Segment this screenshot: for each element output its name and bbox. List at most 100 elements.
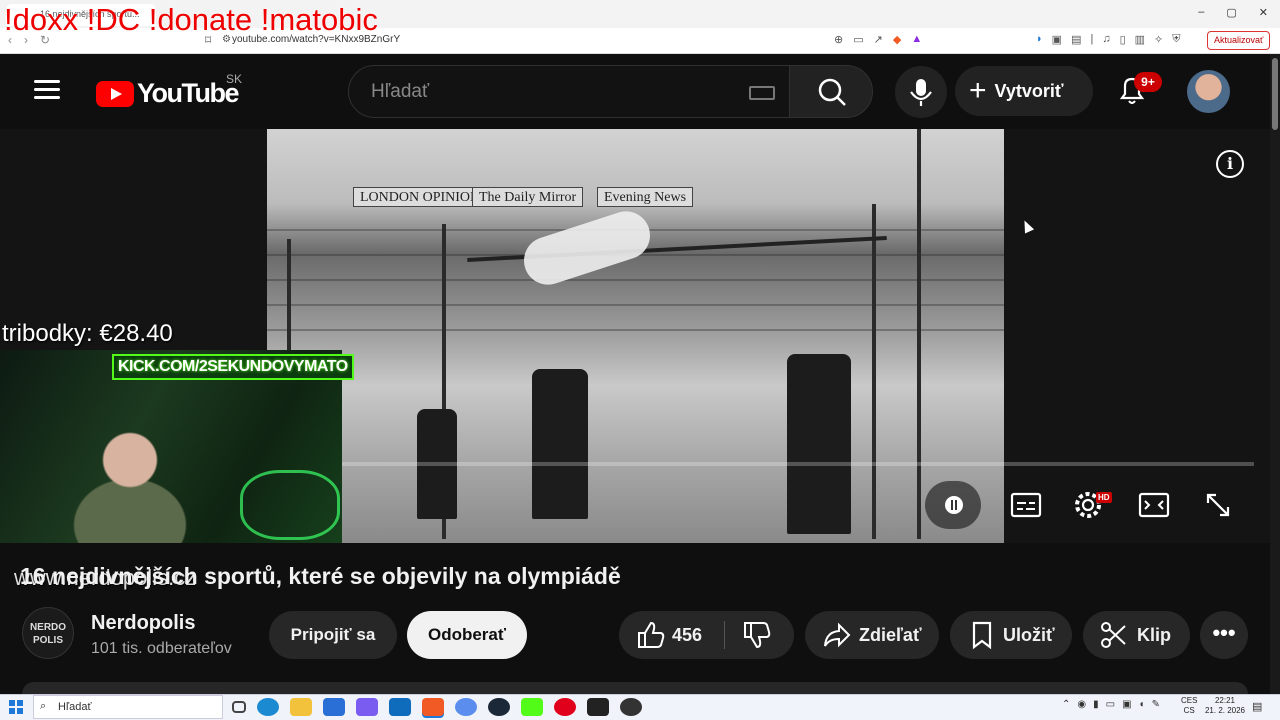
fullscreen-button[interactable] bbox=[1198, 485, 1238, 525]
mail-icon[interactable] bbox=[389, 698, 411, 716]
language-line: CS bbox=[1183, 706, 1195, 715]
stream-command-overlay: !doxx !DC !donate !matobic bbox=[4, 2, 378, 37]
brave-shield-icon[interactable]: ◆ bbox=[893, 33, 901, 46]
create-button[interactable]: + Vytvoriť bbox=[955, 66, 1093, 116]
media-icon[interactable]: ♫ bbox=[1102, 33, 1110, 46]
channel-name[interactable]: Nerdopolis bbox=[91, 612, 195, 635]
network-icon[interactable]: ▣ bbox=[1122, 699, 1131, 710]
minimize-button[interactable]: – bbox=[1198, 6, 1204, 19]
youtube-play-icon bbox=[96, 80, 134, 107]
volume-icon[interactable]: ◖ bbox=[1139, 699, 1145, 710]
opera-icon[interactable] bbox=[554, 698, 576, 716]
like-count[interactable]: 456 bbox=[672, 625, 702, 646]
user-avatar[interactable] bbox=[1187, 70, 1230, 113]
app-icon[interactable] bbox=[455, 698, 477, 716]
extension-icon[interactable]: ▣ bbox=[1052, 33, 1062, 46]
dislike-icon[interactable] bbox=[737, 611, 777, 659]
plus-icon: + bbox=[969, 74, 987, 107]
store-icon[interactable] bbox=[323, 698, 345, 716]
subscribe-button[interactable]: Odoberať bbox=[407, 611, 527, 659]
voice-search-button[interactable] bbox=[895, 66, 947, 118]
search-placeholder: Hľadať bbox=[371, 81, 430, 102]
theater-mode-button[interactable] bbox=[1134, 485, 1174, 525]
hamburger-menu-icon[interactable] bbox=[34, 80, 60, 100]
brave-icon[interactable] bbox=[422, 698, 444, 716]
input-language[interactable]: CES CS bbox=[1181, 696, 1197, 716]
subtitles-icon bbox=[1010, 492, 1042, 518]
chevron-up-icon[interactable]: ⌃ bbox=[1062, 699, 1070, 710]
close-window-button[interactable]: ✕ bbox=[1259, 6, 1268, 19]
obs-icon[interactable] bbox=[620, 698, 642, 716]
video-banner: Evening News bbox=[597, 187, 694, 207]
description-box[interactable] bbox=[22, 682, 1248, 694]
clip-label[interactable]: Klip bbox=[1137, 625, 1171, 646]
join-button[interactable]: Pripojiť sa bbox=[269, 611, 397, 659]
wallet-icon[interactable]: ▥ bbox=[1135, 33, 1145, 46]
info-icon[interactable]: i bbox=[1216, 150, 1244, 178]
create-label: Vytvoriť bbox=[994, 80, 1064, 101]
gear-icon bbox=[1075, 492, 1101, 518]
hd-badge: HD bbox=[1096, 492, 1112, 503]
zoom-icon[interactable]: ⊕ bbox=[834, 33, 843, 46]
share-label[interactable]: Zdieľať bbox=[859, 625, 922, 646]
time: 22:21 bbox=[1214, 696, 1236, 705]
update-button[interactable]: Aktualizovať bbox=[1207, 31, 1271, 50]
sidebar-icon[interactable]: ▯ bbox=[1120, 33, 1126, 46]
subtitles-button[interactable] bbox=[1006, 485, 1046, 525]
divider: | bbox=[1090, 33, 1094, 45]
rewards-icon[interactable]: ▲ bbox=[911, 33, 922, 46]
copilot-icon[interactable] bbox=[356, 698, 378, 716]
cast-icon[interactable]: ▭ bbox=[853, 33, 863, 46]
page-scrollbar[interactable] bbox=[1270, 54, 1280, 694]
extension-icons: ◗ ▣ ▤ | ♫ ▯ ▥ ✧ ⛨ bbox=[1036, 33, 1181, 46]
like-icon[interactable] bbox=[631, 611, 671, 659]
settings-button[interactable] bbox=[1068, 485, 1108, 525]
steam-icon[interactable] bbox=[488, 698, 510, 716]
scissors-icon bbox=[1101, 622, 1126, 648]
youtube-logo[interactable]: YouTube bbox=[96, 78, 239, 109]
save-label[interactable]: Uložiť bbox=[1003, 625, 1055, 646]
channel-avatar[interactable]: NERDO POLIS bbox=[22, 607, 74, 659]
search-button[interactable] bbox=[789, 65, 873, 118]
logo-text: YouTube bbox=[137, 78, 239, 108]
tray-app-icon[interactable]: ◉ bbox=[1077, 699, 1086, 710]
extension-icon[interactable]: ◗ bbox=[1036, 33, 1043, 46]
share-page-icon[interactable]: ↗ bbox=[874, 33, 883, 46]
address-bar-actions: ⊕ ▭ ↗ ◆ ▲ bbox=[834, 33, 922, 46]
search-input[interactable]: Hľadať bbox=[348, 65, 790, 118]
notification-count-badge: 9+ bbox=[1134, 72, 1162, 92]
pen-icon[interactable]: ✎ bbox=[1152, 699, 1160, 710]
theater-icon bbox=[1138, 492, 1170, 518]
notification-center-icon[interactable]: ▤ bbox=[1252, 700, 1262, 713]
video-banner: The Daily Mirror bbox=[472, 187, 584, 207]
bookmark-save-icon bbox=[972, 621, 992, 650]
pause-button[interactable] bbox=[925, 481, 981, 529]
subscriber-count: 101 tis. odberateľov bbox=[91, 640, 232, 657]
date: 21. 2. 2026 bbox=[1204, 706, 1246, 715]
taskbar-apps bbox=[232, 698, 642, 716]
extensions-icon[interactable]: ✧ bbox=[1154, 33, 1163, 46]
more-actions-button[interactable]: ••• bbox=[1200, 611, 1248, 659]
display-icon[interactable]: ▭ bbox=[1106, 699, 1115, 710]
video-frame[interactable]: LONDON OPINION The Daily Mirror Evening … bbox=[267, 129, 1004, 543]
share-icon bbox=[824, 622, 851, 648]
file-explorer-icon[interactable] bbox=[290, 698, 312, 716]
edge-icon[interactable] bbox=[257, 698, 279, 716]
task-view-icon[interactable] bbox=[232, 701, 246, 713]
region-code: SK bbox=[226, 72, 243, 86]
keyboard-icon[interactable] bbox=[749, 86, 775, 100]
extension-icon[interactable]: ▤ bbox=[1071, 33, 1081, 46]
taskbar-clock[interactable]: 22:21 21. 2. 2026 bbox=[1203, 696, 1247, 716]
vpn-icon[interactable]: ⛨ bbox=[1172, 33, 1180, 46]
video-banner: LONDON OPINION bbox=[353, 187, 488, 207]
app-icon[interactable] bbox=[587, 698, 609, 716]
taskbar-search-input[interactable]: Hľadať bbox=[33, 695, 223, 719]
maximize-button[interactable]: ▢ bbox=[1226, 6, 1236, 19]
windows-start-icon[interactable] bbox=[9, 700, 23, 714]
scrollbar-thumb[interactable] bbox=[1272, 58, 1278, 130]
fullscreen-icon bbox=[1206, 493, 1230, 517]
donation-text: tribodky: €28.40 bbox=[2, 320, 173, 347]
search-icon bbox=[818, 78, 846, 106]
microphone-icon[interactable]: ▮ bbox=[1093, 699, 1099, 710]
kick-icon[interactable] bbox=[521, 698, 543, 716]
